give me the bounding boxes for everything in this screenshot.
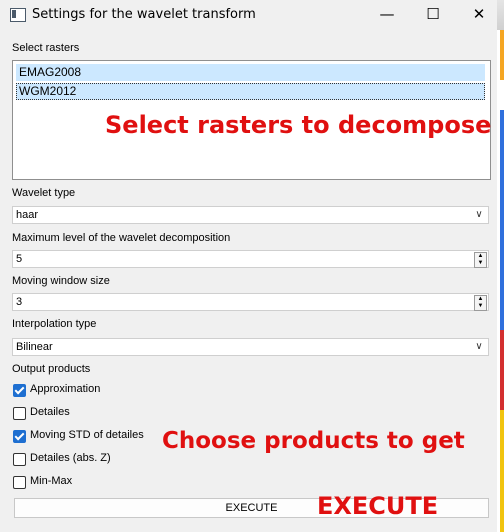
output-products-label: Output products: [12, 363, 91, 375]
settings-window: Settings for the wavelet transform — ☐ ✕…: [0, 0, 498, 532]
spin-up-icon[interactable]: ▲: [475, 296, 486, 303]
checkbox-icon[interactable]: [13, 453, 26, 466]
window-size-spinbox[interactable]: 3 ▲ ▼: [12, 293, 489, 311]
max-level-spinbox[interactable]: 5 ▲ ▼: [12, 250, 489, 268]
maximize-button[interactable]: ☐: [410, 0, 456, 30]
raster-item-wgm2012[interactable]: WGM2012: [16, 83, 485, 100]
annotation-choose-products: Choose products to get: [162, 428, 465, 454]
wavelet-type-select[interactable]: haar ∨: [12, 206, 489, 224]
spin-arrows-icon[interactable]: ▲ ▼: [474, 295, 487, 311]
chevron-down-icon: ∨: [475, 341, 483, 352]
max-level-value: 5: [16, 253, 23, 265]
spin-up-icon[interactable]: ▲: [475, 253, 486, 260]
wavelet-type-label: Wavelet type: [12, 187, 76, 199]
title-bar: Settings for the wavelet transform — ☐ ✕: [0, 0, 497, 30]
raster-item-emag2008[interactable]: EMAG2008: [16, 64, 485, 81]
interpolation-value: Bilinear: [16, 341, 53, 353]
chevron-down-icon: ∨: [475, 209, 483, 220]
annotation-execute: EXECUTE: [317, 492, 439, 520]
checkbox-label: Approximation: [30, 383, 101, 395]
max-level-label: Maximum level of the wavelet decompositi…: [12, 232, 231, 244]
background-window-edge: [497, 0, 504, 532]
annotation-select-rasters: Select rasters to decompose: [105, 111, 492, 139]
checkbox-label: Detailes (abs. Z): [30, 452, 111, 464]
checkbox-icon[interactable]: [13, 430, 26, 443]
checkbox-icon[interactable]: [13, 407, 26, 420]
checkbox-label: Detailes: [30, 406, 70, 418]
wavelet-type-value: haar: [16, 209, 39, 221]
checkbox-label: Min-Max: [30, 475, 73, 487]
spin-arrows-icon[interactable]: ▲ ▼: [474, 252, 487, 268]
checkbox-icon[interactable]: [13, 384, 26, 397]
spin-down-icon[interactable]: ▼: [475, 303, 486, 310]
window-title: Settings for the wavelet transform: [32, 7, 256, 22]
spin-down-icon[interactable]: ▼: [475, 260, 486, 267]
interpolation-select[interactable]: Bilinear ∨: [12, 338, 489, 356]
checkbox-label: Moving STD of detailes: [30, 429, 144, 441]
interpolation-label: Interpolation type: [12, 318, 97, 330]
window-size-value: 3: [16, 296, 23, 308]
select-rasters-label: Select rasters: [12, 42, 80, 54]
checkbox-icon[interactable]: [13, 476, 26, 489]
window-size-label: Moving window size: [12, 275, 110, 287]
close-button[interactable]: ✕: [456, 0, 502, 30]
app-icon: [10, 8, 26, 22]
minimize-button[interactable]: —: [364, 0, 410, 30]
